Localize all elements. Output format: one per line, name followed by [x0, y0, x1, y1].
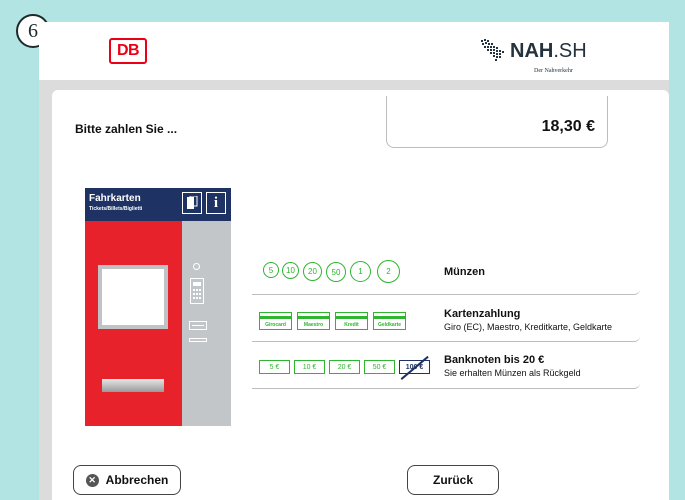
maestro-icon: Maestro: [297, 312, 330, 330]
cancel-button[interactable]: ✕ Abbrechen: [73, 465, 181, 495]
geldkarte-icon: Geldkarte: [373, 312, 406, 330]
card-label: Geldkarte: [377, 322, 402, 328]
header-bar: DB NAH.SH Der Nahverkehr: [39, 22, 669, 80]
ticket-output-slot: [102, 379, 164, 392]
db-logo: DB: [109, 38, 147, 64]
banknote-icon: 10 €: [294, 360, 325, 374]
cards-description: Giro (EC), Maestro, Kreditkarte, Geldkar…: [444, 322, 613, 332]
banknote-icon: 20 €: [329, 360, 360, 374]
keypad-icon: [190, 278, 204, 304]
cards-title: Kartenzahlung: [444, 308, 521, 320]
nah-tagline: Der Nahverkehr: [534, 68, 573, 74]
card-slot-icon: [189, 321, 207, 330]
coin-icon: 5: [263, 262, 279, 278]
coin-icon: 2: [377, 260, 400, 283]
coin-icon: 20: [303, 262, 322, 281]
close-icon: ✕: [85, 473, 99, 487]
nah-suffix: .SH: [553, 40, 587, 62]
amount-due: 18,30 €: [541, 118, 595, 135]
ticket-machine-screen: DB NAH.SH Der Nahverkehr Bitte zahlen Si…: [39, 22, 669, 500]
banknote-icon: 50 €: [364, 360, 395, 374]
banknotes-description: Sie erhalten Münzen als Rückgeld: [444, 368, 581, 378]
info-icon: i: [206, 192, 226, 214]
coin-icon: 50: [326, 262, 346, 282]
machine-body: [85, 221, 231, 426]
payment-option-coins[interactable]: 5 10 20 50 1 2 Münzen: [252, 254, 640, 295]
card-label: Kredit: [344, 322, 359, 328]
ticket-machine-illustration: Fahrkarten Tickets/Billets/Biglietti i: [85, 188, 231, 426]
nah-brand: NAH: [510, 40, 554, 62]
banknote-slot-icon: [189, 338, 207, 342]
nah-sh-wordmark: NAH.SH: [510, 40, 587, 63]
coin-icon: 10: [282, 262, 299, 279]
cancel-button-label: Abbrechen: [105, 473, 169, 487]
coin-icon: 1: [350, 261, 371, 282]
machine-subtitle: Tickets/Billets/Biglietti: [89, 206, 143, 212]
payment-panel: Bitte zahlen Sie ... 18,30 € Fahrkarten …: [52, 90, 669, 500]
back-button-label: Zurück: [432, 473, 473, 487]
payment-option-cards[interactable]: Girocard Maestro Kredit Geldkarte Karten…: [252, 303, 640, 342]
machine-title: Fahrkarten: [89, 193, 141, 204]
banknotes-title: Banknoten bis 20 €: [444, 354, 545, 366]
coin-slot-icon: [193, 263, 200, 270]
machine-display: [102, 269, 164, 325]
machine-front-panel: [85, 221, 182, 426]
payment-prompt: Bitte zahlen Sie ...: [75, 122, 178, 136]
card-label: Girocard: [265, 322, 286, 328]
banknote-icon: 5 €: [259, 360, 290, 374]
nah-sh-dot-map-icon: [481, 39, 504, 61]
db-logo-text: DB: [116, 42, 140, 59]
banknote-not-accepted-icon: 100 €: [399, 360, 430, 374]
book-icon: [182, 192, 202, 214]
coins-title: Münzen: [444, 266, 485, 278]
machine-header: Fahrkarten Tickets/Billets/Biglietti i: [85, 188, 231, 221]
back-button[interactable]: Zurück: [407, 465, 499, 495]
payment-option-banknotes[interactable]: 5 € 10 € 20 € 50 € 100 € Banknoten bis 2…: [252, 348, 640, 389]
credit-card-icon: Kredit: [335, 312, 368, 330]
card-label: Maestro: [303, 322, 324, 328]
amount-display: 18,30 €: [386, 96, 608, 148]
girocard-icon: Girocard: [259, 312, 292, 330]
